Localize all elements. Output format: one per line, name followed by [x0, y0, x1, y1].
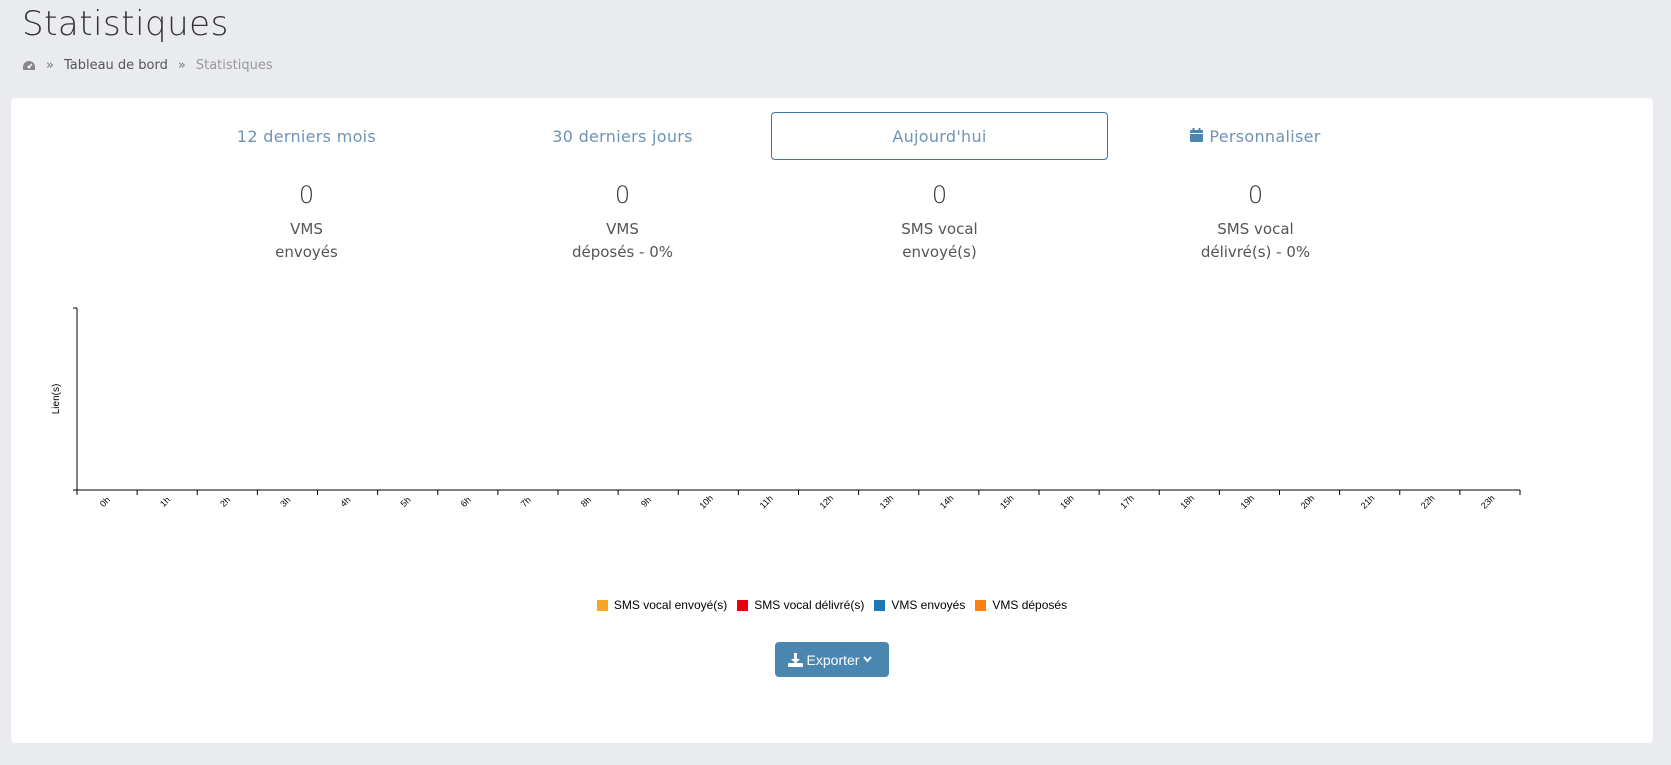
x-tick-label: 1h [158, 495, 172, 509]
x-tick-label: 9h [639, 495, 653, 509]
legend-swatch [737, 599, 749, 611]
legend-item[interactable]: SMS vocal délivré(s) [737, 598, 864, 612]
breadcrumb: » Tableau de bord » Statistiques [22, 58, 273, 73]
legend-swatch [596, 599, 608, 611]
x-tick-label: 7h [519, 495, 533, 509]
legend-label: VMS envoyés [891, 598, 966, 612]
legend-label: SMS vocal délivré(s) [754, 598, 865, 612]
x-tick-label: 14h [938, 493, 956, 511]
legend-label: SMS vocal envoyé(s) [613, 598, 728, 612]
breadcrumb-item-current: Statistiques [195, 58, 273, 73]
x-tick-label: 10h [697, 493, 715, 511]
legend-swatch [874, 599, 886, 611]
y-axis-label: Lien(s) [51, 384, 62, 415]
x-tick-label: 23h [1479, 493, 1497, 511]
download-icon [787, 652, 803, 667]
export-label: Exporter [806, 651, 860, 668]
x-tick-label: 11h [758, 493, 775, 510]
x-tick-label: 12h [818, 493, 836, 511]
x-tick-label: 3h [278, 495, 292, 509]
breadcrumb-separator: » [46, 58, 54, 73]
x-tick-label: 0h [98, 495, 112, 509]
x-tick-label: 20h [1299, 493, 1317, 511]
hourly-chart: Lien(s) 0h 1h 2h 3h 4h 5h 6h 7h 8h 9h 10h 11h 12h 13h 1… [51, 307, 1521, 511]
x-tick-label: 13h [878, 493, 896, 511]
breadcrumb-separator: » [177, 58, 186, 73]
legend-item[interactable]: VMS envoyés [874, 598, 965, 612]
x-tick-label: 22h [1419, 493, 1437, 511]
x-tick-label: 19h [1238, 493, 1256, 511]
x-tick-label: 2h [218, 495, 232, 509]
x-tick-label: 5h [398, 495, 412, 509]
export-button[interactable]: Exporter [775, 642, 889, 677]
page-title: Statistiques [22, 4, 229, 44]
x-tick-label: 4h [338, 495, 352, 509]
legend-label: VMS déposés [992, 598, 1068, 612]
dashboard-icon[interactable] [22, 60, 36, 72]
breadcrumb-item-dashboard[interactable]: Tableau de bord [64, 58, 168, 73]
x-tick-label: 8h [579, 495, 593, 509]
x-tick-label: 21h [1359, 493, 1377, 511]
x-tick-label: 6h [459, 495, 473, 509]
x-tick-label: 18h [1178, 493, 1196, 511]
legend-item[interactable]: SMS vocal envoyé(s) [596, 598, 728, 612]
x-tick-label: 17h [1118, 493, 1136, 511]
legend-item[interactable]: VMS déposés [975, 598, 1067, 612]
statistics-card: 12 derniers mois 30 derniers jours Aujou… [11, 98, 1653, 743]
legend-swatch [975, 599, 987, 611]
chevron-down-icon [863, 656, 873, 663]
x-tick-label: 15h [998, 493, 1016, 511]
x-tick-label: 16h [1058, 493, 1076, 511]
chart-legend: SMS vocal envoyé(s) SMS vocal délivré(s) V… [11, 598, 1653, 612]
